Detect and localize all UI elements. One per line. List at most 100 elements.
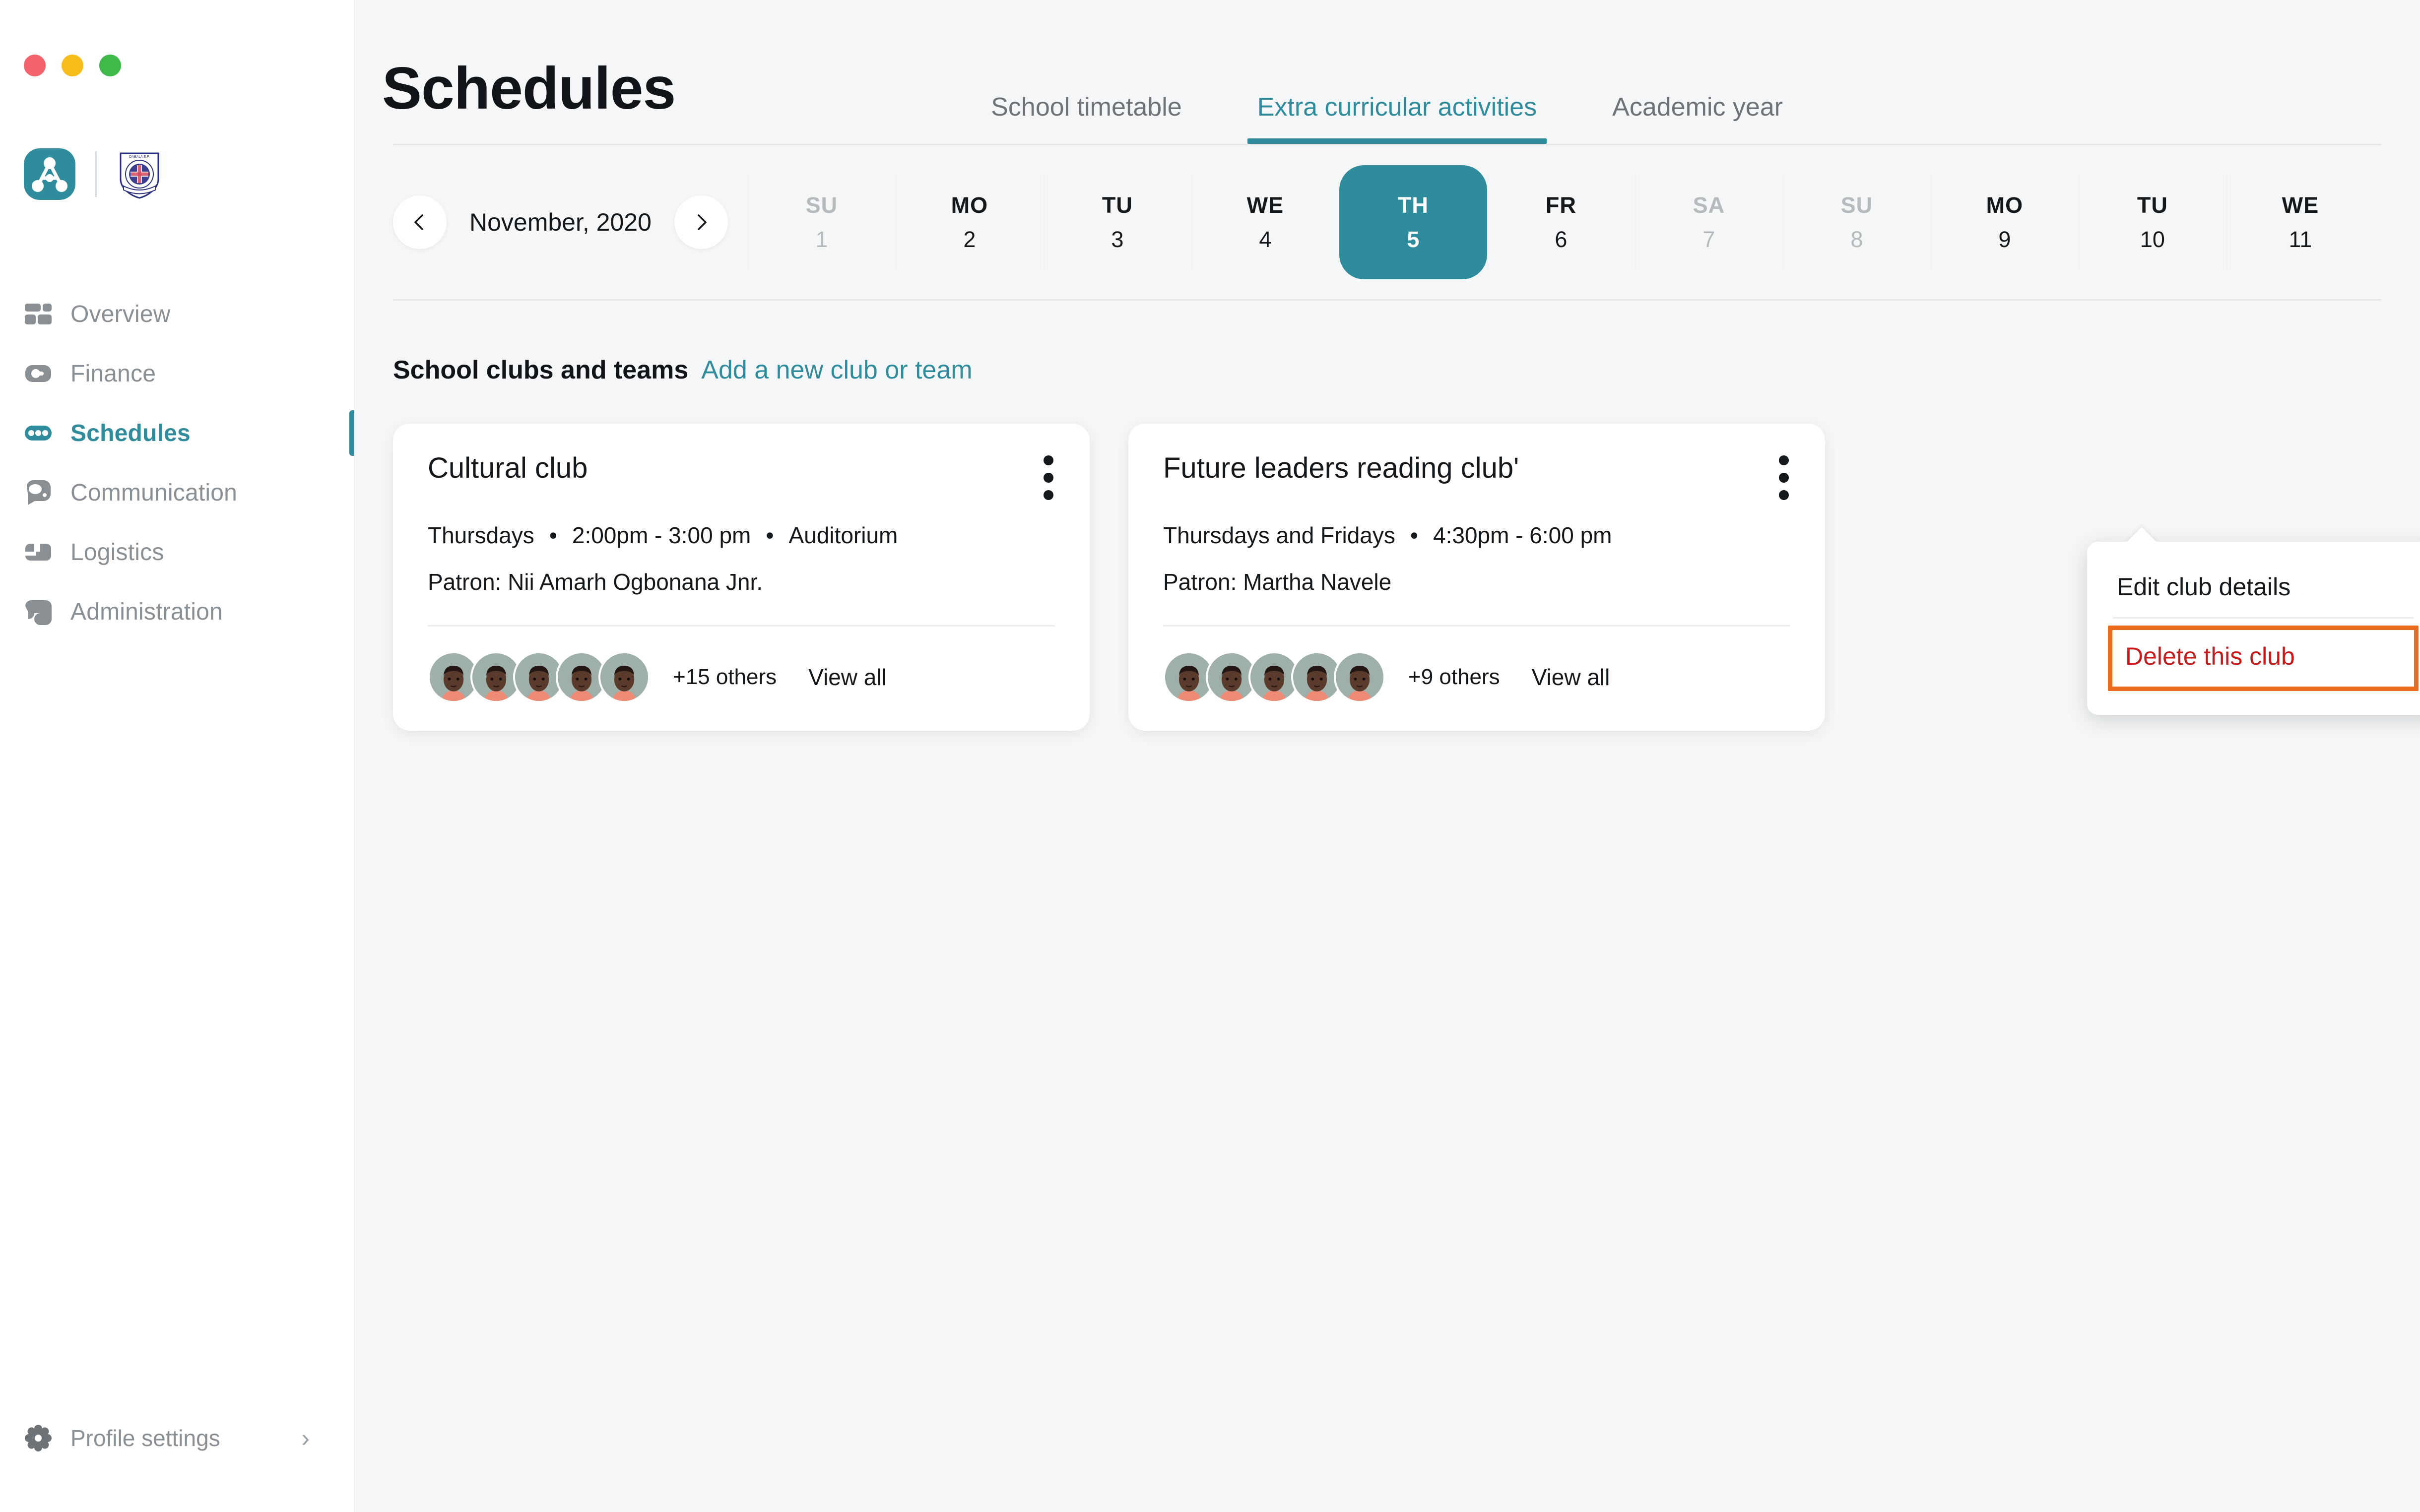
sidebar-item-schedules[interactable]: Schedules (0, 403, 354, 463)
finance-icon (24, 359, 53, 388)
days-viewport: SU 1 MO 2 TU 3 WE 4 TH 5 FR 6 SA 7 SU 8 MO 9 TU 10… (728, 145, 2420, 299)
schedules-icon (24, 419, 53, 447)
club-members-row: +15 others View all (428, 651, 1055, 703)
day-number: 5 (1407, 227, 1420, 252)
sidebar-item-administration[interactable]: Administration (0, 582, 354, 641)
day-name: MO (951, 192, 988, 218)
brand-divider (95, 151, 97, 197)
view-all-members-link[interactable]: View all (1532, 664, 1610, 691)
sidebar: DABALA E.P. Overview Finance Schedules C… (0, 0, 354, 1512)
sidebar-nav: Overview Finance Schedules Communication… (0, 284, 354, 641)
day-cell-selected[interactable]: TH 5 (1339, 165, 1487, 279)
avatar[interactable] (1334, 651, 1385, 703)
delete-this-club-menu-item[interactable]: Delete this club (2121, 632, 2408, 682)
club-title: Future leaders reading clubʹ (1163, 452, 1519, 484)
bullet-icon: • (1410, 522, 1418, 548)
club-menu-button[interactable] (1042, 452, 1055, 500)
club-members-row: +9 others View all (1163, 651, 1790, 703)
day-number: 10 (2140, 227, 2165, 252)
day-cell[interactable]: TU 10 (2078, 165, 2226, 279)
minimize-window-button[interactable] (62, 55, 83, 76)
day-cell[interactable]: MO 9 (1930, 165, 2079, 279)
month-navigation: November, 2020 (393, 195, 728, 249)
club-card-header: Cultural club (428, 452, 1055, 500)
next-month-button[interactable] (674, 195, 728, 249)
club-title: Cultural club (428, 452, 588, 484)
club-location: Auditorium (788, 522, 898, 548)
edit-club-details-menu-item[interactable]: Edit club details (2113, 565, 2414, 615)
club-meta: Thursdays and Fridays • 4:30pm - 6:00 pm (1163, 522, 1790, 549)
sidebar-item-label: Overview (70, 301, 171, 327)
day-cell[interactable]: TU 3 (1043, 165, 1191, 279)
day-cell[interactable]: SU 8 (1782, 165, 1931, 279)
avatar[interactable] (598, 651, 650, 703)
day-number: 9 (1998, 227, 2011, 252)
day-cell[interactable]: WE 11 (2226, 165, 2374, 279)
gear-icon (24, 1424, 53, 1452)
day-name: TH (1397, 192, 1429, 218)
svg-text:DABALA E.P.: DABALA E.P. (129, 155, 150, 159)
day-cell[interactable]: SA 7 (1635, 165, 1783, 279)
day-name: TU (1102, 192, 1133, 218)
tab-extra-curricular-activities[interactable]: Extra curricular activities (1220, 94, 1574, 144)
day-cell[interactable]: MO 2 (895, 165, 1044, 279)
page-title: Schedules (382, 55, 676, 122)
day-number: 11 (2289, 227, 2312, 252)
school-crest-icon: DABALA E.P. (117, 148, 162, 200)
app-window: DABALA E.P. Overview Finance Schedules C… (0, 0, 2420, 1512)
member-avatars (428, 651, 650, 703)
day-number: 7 (1702, 227, 1715, 252)
day-number: 2 (963, 227, 976, 252)
day-cell[interactable]: WE 4 (1191, 165, 1339, 279)
bullet-icon: • (549, 522, 557, 548)
card-divider (1163, 625, 1790, 627)
day-name: FR (1545, 192, 1576, 218)
club-patron: Patron: Martha Navele (1163, 569, 1392, 595)
page-header: Schedules School timetable Extra curricu… (354, 0, 2420, 144)
club-time: 2:00pm - 3:00 pm (572, 522, 751, 548)
sidebar-item-communication[interactable]: Communication (0, 463, 354, 522)
sidebar-item-finance[interactable]: Finance (0, 344, 354, 403)
close-window-button[interactable] (24, 55, 46, 76)
brand-row: DABALA E.P. (0, 76, 354, 200)
app-logo-icon[interactable] (24, 148, 75, 200)
administration-icon (24, 597, 53, 626)
club-days: Thursdays and Fridays (1163, 522, 1395, 548)
day-name: SA (1693, 192, 1725, 218)
bullet-icon: • (766, 522, 774, 548)
maximize-window-button[interactable] (99, 55, 121, 76)
date-strip: November, 2020 SU 1 MO 2 TU 3 WE 4 TH 5 FR 6 S… (354, 145, 2420, 299)
sidebar-item-overview[interactable]: Overview (0, 284, 354, 344)
day-number: 8 (1850, 227, 1863, 252)
day-cell[interactable]: SU 1 (747, 165, 896, 279)
club-card: Cultural club Thursdays • 2:00pm - 3:00 … (393, 424, 1090, 731)
sidebar-item-logistics[interactable]: Logistics (0, 522, 354, 582)
sidebar-item-label: Communication (70, 479, 238, 506)
section-title: School clubs and teams (393, 356, 689, 384)
tab-bar: School timetable Extra curricular activi… (953, 0, 1821, 144)
day-name: MO (1986, 192, 2024, 218)
club-context-menu: Edit club details Delete this club (2087, 542, 2420, 715)
tab-school-timetable[interactable]: School timetable (953, 94, 1219, 144)
main-content: Schedules School timetable Extra curricu… (354, 0, 2420, 1512)
day-name: TU (2137, 192, 2168, 218)
view-all-members-link[interactable]: View all (808, 664, 887, 691)
day-name: WE (2282, 192, 2319, 218)
sidebar-item-label: Finance (70, 360, 156, 387)
delete-highlight-box: Delete this club (2108, 626, 2419, 691)
window-controls (0, 0, 354, 76)
previous-month-button[interactable] (393, 195, 447, 249)
communication-icon (24, 478, 53, 507)
club-menu-button[interactable] (1777, 452, 1790, 500)
day-name: SU (805, 192, 838, 218)
day-cell[interactable]: FR 6 (1487, 165, 1635, 279)
club-card-header: Future leaders reading clubʹ (1163, 452, 1790, 500)
day-name: SU (1840, 192, 1873, 218)
day-number: 6 (1555, 227, 1568, 252)
overview-icon (24, 300, 53, 328)
add-club-or-team-link[interactable]: Add a new club or team (701, 355, 972, 385)
tab-academic-year[interactable]: Academic year (1574, 94, 1821, 144)
sidebar-item-profile-settings[interactable]: Profile settings › (0, 1424, 354, 1452)
chevron-left-icon (414, 214, 423, 230)
club-patron: Patron: Nii Amarh Ogbonana Jnr. (428, 569, 763, 595)
